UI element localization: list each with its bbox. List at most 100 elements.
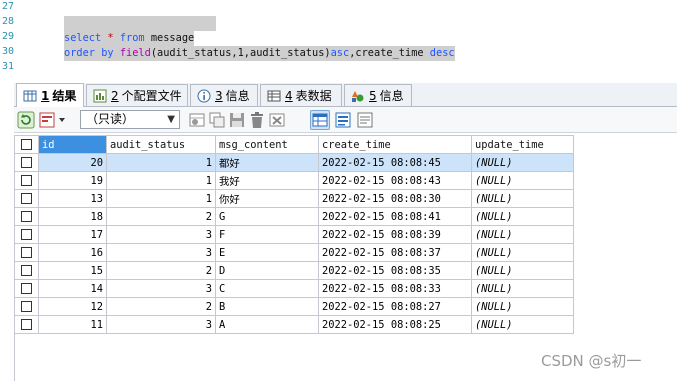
table-row[interactable]: 12 2 B 2022-02-15 08:08:27 (NULL) xyxy=(14,297,574,316)
cell-audit-status[interactable]: 3 xyxy=(106,279,216,298)
cell-audit-status[interactable]: 2 xyxy=(106,207,216,226)
cell-id[interactable]: 19 xyxy=(38,171,107,190)
row-checkbox[interactable] xyxy=(14,279,39,298)
cell-msg-content[interactable]: C xyxy=(215,279,319,298)
cell-id[interactable]: 16 xyxy=(38,243,107,262)
cell-audit-status[interactable]: 2 xyxy=(106,261,216,280)
cell-update-time[interactable]: (NULL) xyxy=(471,243,574,262)
tab-profiles[interactable]: 2 个配置文件 xyxy=(86,84,188,106)
table-row[interactable]: 19 1 我好 2022-02-15 08:08:43 (NULL) xyxy=(14,171,574,190)
cell-id[interactable]: 11 xyxy=(38,315,107,334)
row-checkbox[interactable] xyxy=(14,171,39,190)
cell-id[interactable]: 12 xyxy=(38,297,107,316)
column-header-audit-status[interactable]: audit_status xyxy=(106,135,216,154)
row-checkbox[interactable] xyxy=(14,153,39,172)
select-all-checkbox[interactable] xyxy=(14,135,39,154)
row-checkbox[interactable] xyxy=(14,243,39,262)
checkbox-icon xyxy=(21,301,32,312)
cell-update-time[interactable]: (NULL) xyxy=(471,261,574,280)
cell-audit-status[interactable]: 1 xyxy=(106,171,216,190)
table-row[interactable]: 20 1 都好 2022-02-15 08:08:45 (NULL) xyxy=(14,153,574,172)
cell-create-time[interactable]: 2022-02-15 08:08:25 xyxy=(318,315,472,334)
cell-create-time[interactable]: 2022-02-15 08:08:45 xyxy=(318,153,472,172)
cell-msg-content[interactable]: D xyxy=(215,261,319,280)
row-checkbox[interactable] xyxy=(14,207,39,226)
cell-create-time[interactable]: 2022-02-15 08:08:37 xyxy=(318,243,472,262)
readonly-select[interactable]: （只读） ▼ xyxy=(80,110,180,129)
cell-id[interactable]: 15 xyxy=(38,261,107,280)
cell-audit-status[interactable]: 3 xyxy=(106,225,216,244)
row-checkbox[interactable] xyxy=(14,261,39,280)
column-header-id[interactable]: id xyxy=(38,135,107,154)
cell-create-time[interactable]: 2022-02-15 08:08:35 xyxy=(318,261,472,280)
cell-msg-content[interactable]: F xyxy=(215,225,319,244)
cell-audit-status[interactable]: 3 xyxy=(106,315,216,334)
row-checkbox[interactable] xyxy=(14,225,39,244)
table-row[interactable]: 11 3 A 2022-02-15 08:08:25 (NULL) xyxy=(14,315,574,334)
cell-id[interactable]: 20 xyxy=(38,153,107,172)
form-view-icon xyxy=(335,112,351,128)
cell-msg-content[interactable]: 都好 xyxy=(215,153,319,172)
export-dropdown-button[interactable] xyxy=(39,111,69,129)
sql-editor[interactable]: 27 28 29 30 31 ​ select * from message o… xyxy=(0,0,677,78)
table-row[interactable]: 13 1 你好 2022-02-15 08:08:30 (NULL) xyxy=(14,189,574,208)
cell-id[interactable]: 17 xyxy=(38,225,107,244)
row-checkbox[interactable] xyxy=(14,297,39,316)
row-checkbox[interactable] xyxy=(14,189,39,208)
tab-info[interactable]: 3 信息 xyxy=(190,84,258,106)
table-row[interactable]: 15 2 D 2022-02-15 08:08:35 (NULL) xyxy=(14,261,574,280)
checkbox-icon xyxy=(21,211,32,222)
cell-audit-status[interactable]: 2 xyxy=(106,297,216,316)
cell-create-time[interactable]: 2022-02-15 08:08:33 xyxy=(318,279,472,298)
cell-update-time[interactable]: (NULL) xyxy=(471,279,574,298)
cell-update-time[interactable]: (NULL) xyxy=(471,297,574,316)
cell-audit-status[interactable]: 1 xyxy=(106,189,216,208)
column-header-create-time[interactable]: create_time xyxy=(318,135,472,154)
form-view-button[interactable] xyxy=(334,111,352,129)
cell-create-time[interactable]: 2022-02-15 08:08:39 xyxy=(318,225,472,244)
cell-update-time[interactable]: (NULL) xyxy=(471,315,574,334)
cell-update-time[interactable]: (NULL) xyxy=(471,189,574,208)
cell-msg-content[interactable]: G xyxy=(215,207,319,226)
cell-update-time[interactable]: (NULL) xyxy=(471,207,574,226)
tab-label: 信息 xyxy=(225,89,250,103)
cell-update-time[interactable]: (NULL) xyxy=(471,171,574,190)
cell-msg-content[interactable]: 我好 xyxy=(215,171,319,190)
cell-id[interactable]: 18 xyxy=(38,207,107,226)
cell-msg-content[interactable]: E xyxy=(215,243,319,262)
table-row[interactable]: 17 3 F 2022-02-15 08:08:39 (NULL) xyxy=(14,225,574,244)
cell-msg-content[interactable]: B xyxy=(215,297,319,316)
table-row[interactable]: 18 2 G 2022-02-15 08:08:41 (NULL) xyxy=(14,207,574,226)
cell-id[interactable]: 14 xyxy=(38,279,107,298)
cell-msg-content[interactable]: A xyxy=(215,315,319,334)
cell-msg-content[interactable]: 你好 xyxy=(215,189,319,208)
cell-update-time[interactable]: (NULL) xyxy=(471,153,574,172)
cell-id[interactable]: 13 xyxy=(38,189,107,208)
refresh-button[interactable] xyxy=(17,111,35,129)
column-header-msg-content[interactable]: msg_content xyxy=(215,135,319,154)
cell-create-time[interactable]: 2022-02-15 08:08:30 xyxy=(318,189,472,208)
add-row-button[interactable] xyxy=(188,111,206,129)
table-row[interactable]: 14 3 C 2022-02-15 08:08:33 (NULL) xyxy=(14,279,574,298)
cell-audit-status[interactable]: 3 xyxy=(106,243,216,262)
tab-result[interactable]: 1 结果 xyxy=(16,83,84,107)
table-row[interactable]: 16 3 E 2022-02-15 08:08:37 (NULL) xyxy=(14,243,574,262)
save-button[interactable] xyxy=(228,111,246,129)
tab-info-2[interactable]: 5 信息 xyxy=(344,84,412,106)
cancel-changes-button[interactable] xyxy=(268,111,286,129)
cell-update-time[interactable]: (NULL) xyxy=(471,225,574,244)
cell-audit-status[interactable]: 1 xyxy=(106,153,216,172)
tab-table-data[interactable]: 4 表数据 xyxy=(260,84,342,106)
delete-button[interactable] xyxy=(248,111,266,129)
cell-create-time[interactable]: 2022-02-15 08:08:43 xyxy=(318,171,472,190)
text-view-button[interactable] xyxy=(356,111,374,129)
checkbox-icon xyxy=(21,265,32,276)
row-checkbox[interactable] xyxy=(14,315,39,334)
column-header-update-time[interactable]: update_time xyxy=(471,135,574,154)
duplicate-row-button[interactable] xyxy=(208,111,226,129)
cell-create-time[interactable]: 2022-02-15 08:08:27 xyxy=(318,297,472,316)
star-operator: * xyxy=(107,32,114,44)
grid-view-button[interactable] xyxy=(310,110,330,130)
tab-number: 3 xyxy=(215,88,223,103)
cell-create-time[interactable]: 2022-02-15 08:08:41 xyxy=(318,207,472,226)
